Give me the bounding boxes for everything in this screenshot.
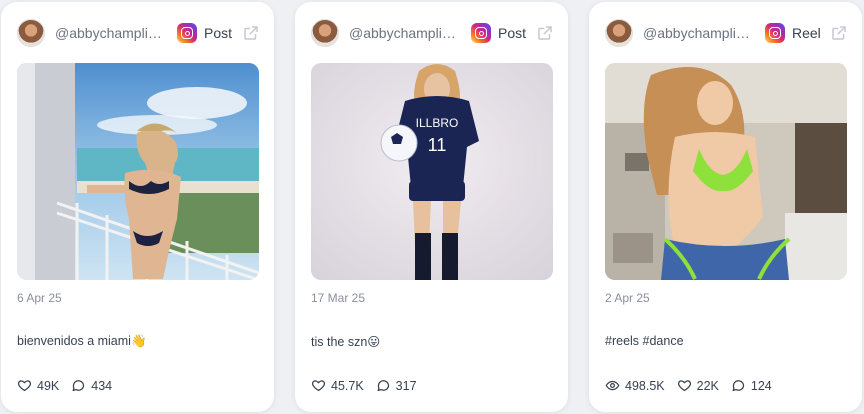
post-caption: bienvenidos a miami👋: [17, 334, 147, 348]
likes-stat: 22K: [677, 378, 719, 393]
heart-icon: [17, 380, 32, 392]
comments-count: 434: [91, 378, 113, 393]
instagram-icon: [177, 23, 197, 43]
heart-icon: [677, 380, 691, 392]
post-date: 2 Apr 25: [605, 291, 650, 305]
likes-stat: 45.7K: [311, 378, 364, 393]
external-link-icon[interactable]: [242, 24, 260, 42]
comments-stat: 124: [731, 378, 772, 393]
post-type-label: Post: [204, 25, 233, 41]
username-link[interactable]: @abbychamplin...: [55, 25, 167, 41]
views-stat: 498.5K: [605, 378, 665, 393]
instagram-icon: [471, 23, 491, 43]
card-header: @abbychamplin... Post: [311, 18, 554, 48]
avatar[interactable]: [17, 19, 45, 47]
post-date: 6 Apr 25: [17, 291, 62, 305]
comment-icon: [377, 380, 389, 392]
post-stats: 49K 434: [17, 378, 124, 393]
comments-stat: 317: [376, 378, 417, 393]
post-stats: 498.5K 22K 124: [605, 378, 784, 393]
comments-count: 317: [395, 378, 417, 393]
post-caption: tis the szn😛: [311, 335, 381, 349]
external-link-icon[interactable]: [830, 24, 848, 42]
heart-icon: [311, 380, 326, 392]
post-thumbnail[interactable]: [17, 63, 259, 280]
post-stats: 45.7K 317: [311, 378, 429, 393]
views-count: 498.5K: [625, 378, 665, 393]
comments-stat: 434: [71, 378, 112, 393]
likes-stat: 49K: [17, 378, 59, 393]
post-type-label: Post: [498, 25, 527, 41]
post-card[interactable]: @abbychamplin... Post 6 Apr 25 bienvenid…: [1, 2, 274, 412]
avatar[interactable]: [605, 19, 633, 47]
post-thumbnail[interactable]: [605, 63, 847, 280]
username-link[interactable]: @abbychamplin...: [643, 25, 755, 41]
eye-icon: [605, 380, 620, 391]
likes-count: 22K: [696, 378, 719, 393]
post-card[interactable]: @abbychamplin... Post ILLBRO 11 17 Mar 2…: [295, 2, 568, 412]
card-header: @abbychamplin... Post: [17, 18, 260, 48]
comments-count: 124: [750, 378, 772, 393]
post-date: 17 Mar 25: [311, 291, 366, 305]
svg-text:11: 11: [428, 135, 447, 155]
likes-count: 49K: [37, 378, 60, 393]
username-link[interactable]: @abbychamplin...: [349, 25, 461, 41]
post-card[interactable]: @abbychamplin... Reel 2 Apr 25 #reels #d…: [589, 2, 862, 412]
svg-text:ILLBRO: ILLBRO: [416, 116, 459, 130]
post-caption: #reels #dance: [605, 334, 684, 348]
avatar[interactable]: [311, 19, 339, 47]
post-type-label: Reel: [792, 25, 821, 41]
external-link-icon[interactable]: [536, 24, 554, 42]
instagram-icon: [765, 23, 785, 43]
card-header: @abbychamplin... Reel: [605, 18, 848, 48]
comment-icon: [72, 380, 85, 392]
post-thumbnail[interactable]: ILLBRO 11: [311, 63, 553, 280]
comment-icon: [732, 380, 744, 392]
likes-count: 45.7K: [331, 378, 364, 393]
